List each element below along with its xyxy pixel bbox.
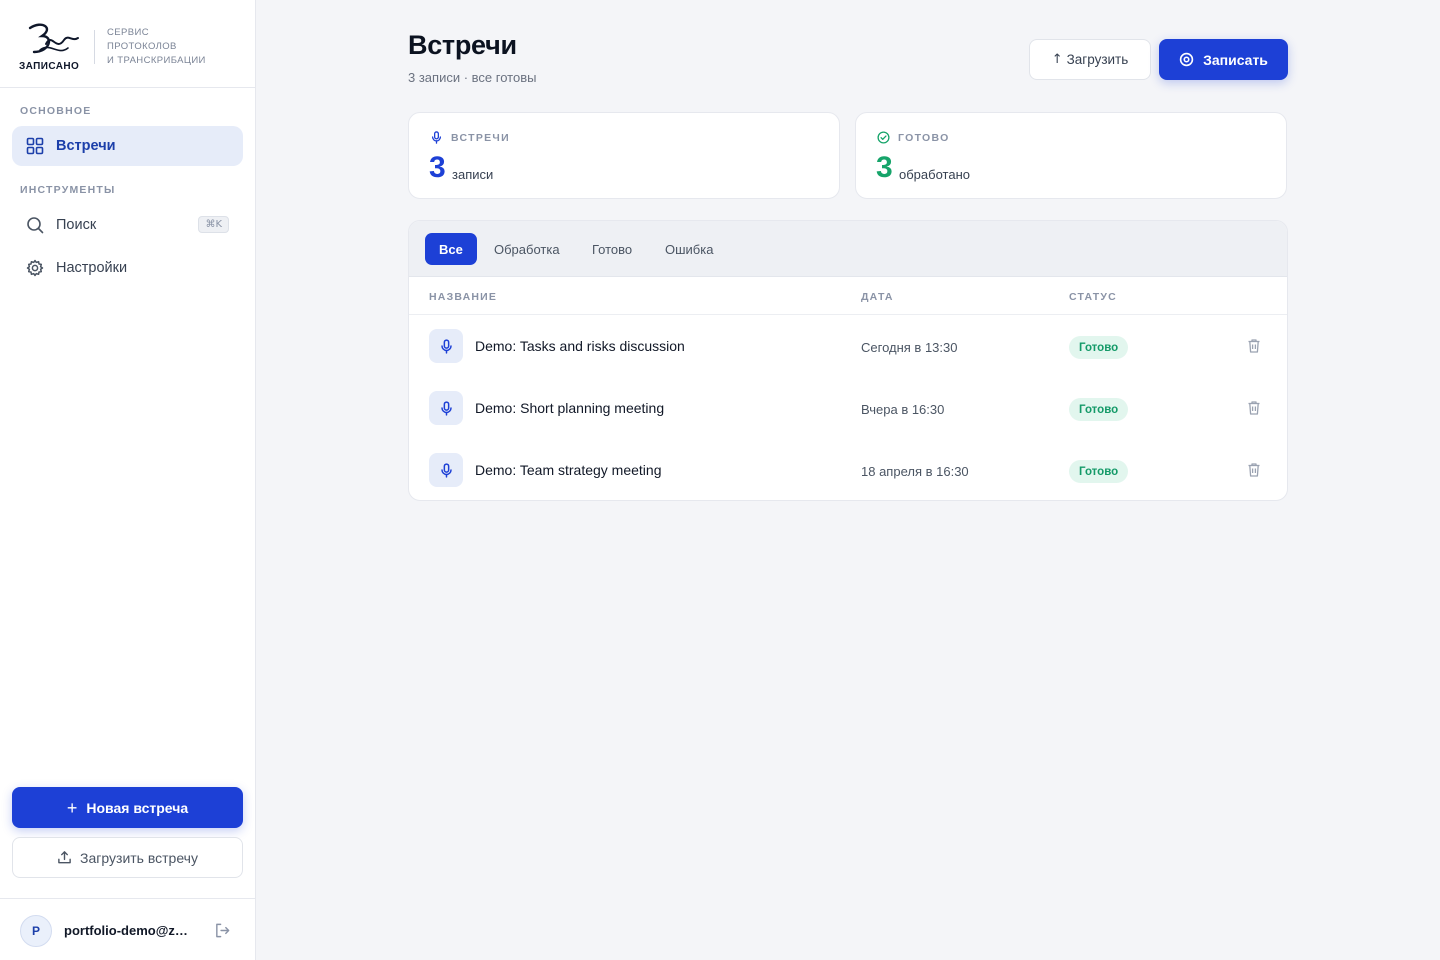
stat-label: ВСТРЕЧИ bbox=[451, 131, 510, 144]
mic-icon bbox=[440, 338, 452, 354]
page-subtitle: 3 записи · все готовы bbox=[408, 70, 537, 85]
stat-value: 3 bbox=[876, 151, 893, 184]
trash-icon[interactable] bbox=[1246, 400, 1262, 416]
stat-header: ГОТОВО bbox=[877, 131, 950, 144]
sidebar: ЗАПИСАНО СЕРВИС ПРОТОКОЛОВ И ТРАНСКРИБАЦ… bbox=[0, 0, 256, 960]
stat-unit: записи bbox=[452, 167, 494, 182]
tagline-line: И ТРАНСКРИБАЦИИ bbox=[107, 55, 206, 66]
stat-value: 3 bbox=[429, 151, 446, 184]
check-circle-icon bbox=[877, 131, 890, 144]
meeting-date: 18 апреля в 16:30 bbox=[861, 464, 969, 479]
stat-card-meetings: ВСТРЕЧИ 3 записи bbox=[408, 112, 840, 199]
tab-processing[interactable]: Обработка bbox=[480, 233, 574, 265]
filter-tabs: Все Обработка Готово Ошибка bbox=[409, 221, 1287, 277]
search-icon bbox=[27, 217, 44, 234]
record-icon bbox=[1179, 52, 1194, 67]
tab-error[interactable]: Ошибка bbox=[651, 233, 727, 265]
upload-meeting-label: Загрузить встречу bbox=[80, 849, 198, 866]
record-button-label: Записать bbox=[1203, 51, 1268, 68]
stat-unit: обработано bbox=[899, 167, 970, 182]
trash-icon[interactable] bbox=[1246, 462, 1262, 478]
upload-icon bbox=[58, 851, 71, 864]
meeting-title[interactable]: Demo: Short planning meeting bbox=[475, 400, 664, 416]
gear-icon bbox=[26, 259, 44, 277]
row-icon bbox=[429, 453, 463, 487]
upload-button-label: Загрузить bbox=[1066, 52, 1129, 67]
tagline-line: СЕРВИС bbox=[107, 27, 149, 38]
column-header-date: ДАТА bbox=[861, 291, 894, 303]
upload-meeting-button[interactable]: Загрузить встречу bbox=[12, 837, 243, 878]
record-button[interactable]: Записать bbox=[1159, 39, 1288, 80]
tab-all[interactable]: Все bbox=[425, 233, 477, 265]
brand: ЗАПИСАНО СЕРВИС ПРОТОКОЛОВ И ТРАНСКРИБАЦ… bbox=[0, 0, 255, 88]
logo-icon bbox=[28, 23, 79, 54]
status-badge: Готово bbox=[1069, 336, 1129, 359]
table-row[interactable]: Demo: Tasks and risks discussion Сегодня… bbox=[409, 316, 1287, 378]
table-row[interactable]: Demo: Team strategy meeting 18 апреля в … bbox=[409, 440, 1287, 500]
table-row[interactable]: Demo: Short planning meeting Вчера в 16:… bbox=[409, 378, 1287, 440]
column-header-name: НАЗВАНИЕ bbox=[429, 291, 498, 303]
sidebar-item-label: Поиск bbox=[56, 217, 97, 233]
mic-icon bbox=[440, 462, 452, 478]
sidebar-item-search[interactable]: Поиск ⌘K bbox=[12, 205, 243, 245]
new-meeting-button[interactable]: + Новая встреча bbox=[12, 787, 243, 828]
meetings-table: Все Обработка Готово Ошибка НАЗВАНИЕ ДАТ… bbox=[408, 220, 1288, 501]
stat-label: ГОТОВО bbox=[898, 131, 950, 144]
meeting-date: Сегодня в 13:30 bbox=[861, 340, 958, 355]
tagline-line: ПРОТОКОЛОВ bbox=[107, 41, 177, 52]
divider bbox=[409, 314, 1287, 315]
sidebar-item-settings[interactable]: Настройки bbox=[12, 248, 243, 288]
page-title: Встречи bbox=[408, 30, 517, 60]
status-badge: Готово bbox=[1069, 398, 1129, 421]
sidebar-item-label: Настройки bbox=[56, 260, 128, 276]
plus-icon: + bbox=[66, 797, 78, 818]
stat-header: ВСТРЕЧИ bbox=[430, 131, 510, 144]
logout-icon[interactable] bbox=[214, 922, 231, 939]
arrow-up-icon: ↑ bbox=[1051, 52, 1063, 67]
section-label-tools: ИНСТРУМЕНТЫ bbox=[20, 184, 116, 196]
status-badge: Готово bbox=[1069, 460, 1129, 483]
upload-button[interactable]: ↑ Загрузить bbox=[1029, 39, 1151, 80]
stat-card-ready: ГОТОВО 3 обработано bbox=[855, 112, 1287, 199]
user-bar: P portfolio-demo@zapisano.app bbox=[0, 898, 255, 960]
mic-icon bbox=[431, 131, 442, 144]
sidebar-item-label: Встречи bbox=[56, 138, 116, 154]
avatar[interactable]: P bbox=[20, 915, 52, 947]
new-meeting-label: Новая встреча bbox=[86, 799, 189, 816]
sidebar-item-meetings[interactable]: Встречи bbox=[12, 126, 243, 166]
meeting-date: Вчера в 16:30 bbox=[861, 402, 945, 417]
meeting-title[interactable]: Demo: Team strategy meeting bbox=[475, 462, 662, 478]
brand-tagline: СЕРВИС ПРОТОКОЛОВ И ТРАНСКРИБАЦИИ bbox=[107, 26, 206, 68]
user-email: portfolio-demo@zapisano.app bbox=[64, 923, 194, 938]
row-icon bbox=[429, 391, 463, 425]
tab-ready[interactable]: Готово bbox=[578, 233, 646, 265]
shortcut-badge: ⌘K bbox=[198, 216, 229, 233]
brand-divider bbox=[94, 30, 95, 64]
logo-wordmark: ЗАПИСАНО bbox=[19, 61, 80, 72]
grid-icon bbox=[26, 137, 44, 155]
column-header-status: СТАТУС bbox=[1069, 291, 1117, 303]
mic-icon bbox=[440, 400, 452, 416]
row-icon bbox=[429, 329, 463, 363]
meeting-title[interactable]: Demo: Tasks and risks discussion bbox=[475, 338, 685, 354]
section-label-main: ОСНОВНОЕ bbox=[20, 105, 92, 117]
trash-icon[interactable] bbox=[1246, 338, 1262, 354]
